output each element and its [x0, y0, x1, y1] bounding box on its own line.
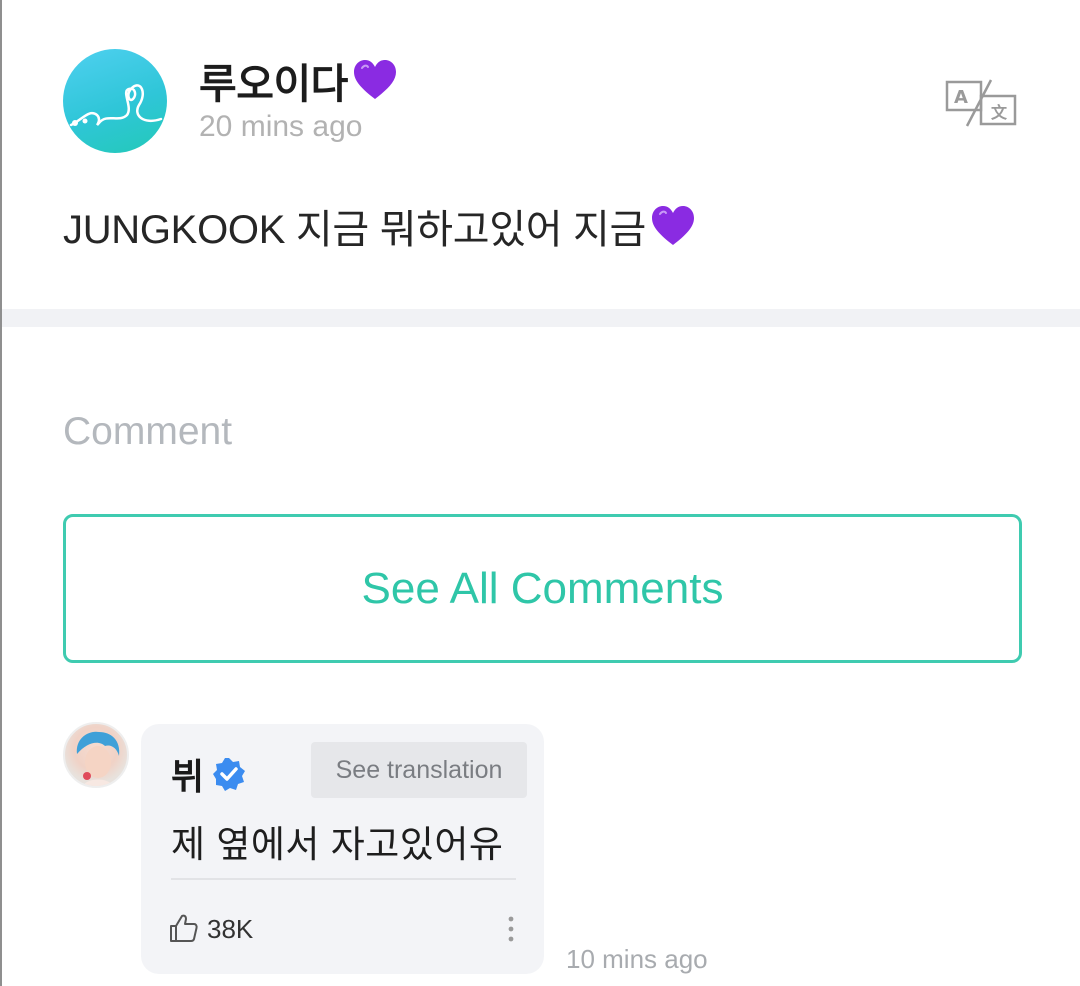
see-all-comments-button[interactable]: See All Comments — [63, 514, 1022, 663]
verified-badge-icon — [213, 758, 246, 791]
translate-icon[interactable]: A 文 — [945, 78, 1019, 128]
purple-heart-emoji — [353, 60, 396, 99]
svg-text:文: 文 — [991, 103, 1008, 122]
post-timestamp: 20 mins ago — [199, 110, 363, 143]
more-vertical-icon[interactable] — [504, 914, 518, 944]
author-name-text: 루오이다 — [199, 61, 348, 107]
post-body: JUNGKOOK 지금 뭐하고있어 지금 — [63, 197, 696, 255]
purple-heart-emoji — [652, 206, 695, 245]
section-divider — [2, 309, 1080, 327]
thumbs-up-icon[interactable] — [168, 912, 200, 944]
commenter-avatar[interactable] — [63, 722, 129, 788]
comment-divider — [171, 878, 516, 880]
comment-text: 제 옆에서 자고있어유 — [171, 824, 504, 865]
post-page: 루오이다 20 mins ago A 文 JUNGKOOK 지금 뭐하고있어 지… — [0, 0, 1080, 986]
comment-bubble: 뷔 See translation 제 옆에서 자고있어유 38K — [141, 724, 544, 974]
author-name[interactable]: 루오이다 — [199, 50, 398, 110]
avatar-heart-line-icon — [69, 84, 163, 127]
commenter-name[interactable]: 뷔 — [171, 748, 246, 800]
comment-timestamp: 10 mins ago — [566, 944, 708, 974]
like-count: 38K — [207, 914, 254, 944]
svg-text:A: A — [954, 87, 968, 108]
comment-heading: Comment — [63, 410, 233, 453]
post-body-text: JUNGKOOK 지금 뭐하고있어 지금 — [63, 208, 647, 252]
commenter-name-text: 뷔 — [171, 756, 205, 797]
author-avatar[interactable] — [63, 49, 167, 153]
commenter-photo — [76, 731, 120, 786]
see-translation-button[interactable]: See translation — [311, 742, 527, 798]
